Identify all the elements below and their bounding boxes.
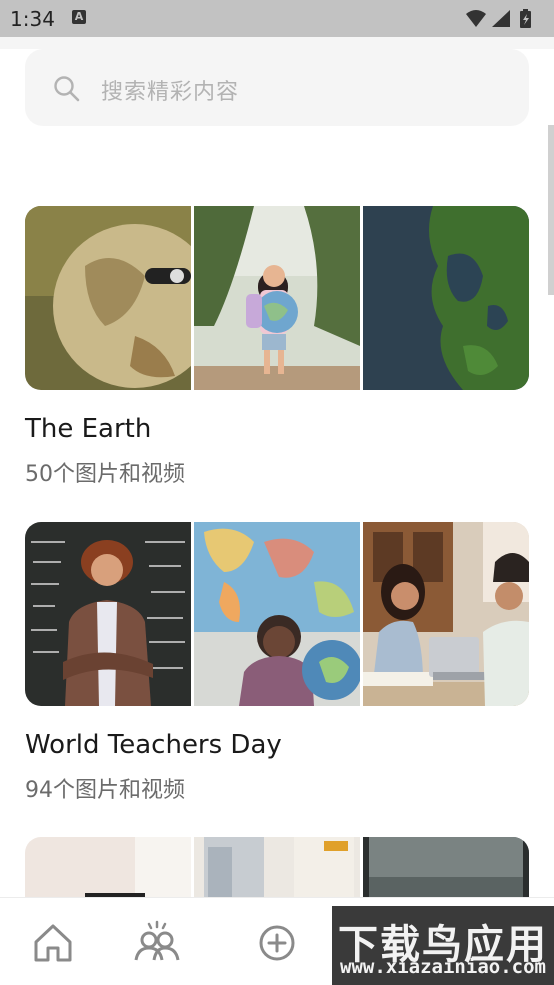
watermark: 下载鸟应用 www.xiazainiao.com — [332, 906, 554, 985]
album-image — [25, 206, 191, 390]
nav-home-button[interactable] — [28, 918, 78, 968]
album-count: 50个图片和视频 — [25, 462, 185, 487]
signal-icon — [492, 10, 510, 27]
album-image — [363, 206, 529, 390]
album-title: The Earth — [25, 414, 152, 444]
search-placeholder: 搜索精彩内容 — [101, 80, 240, 105]
community-icon — [134, 920, 180, 961]
app-content: 搜索精彩内容 The Earth 50个图片和视频 World Teachers… — [0, 37, 554, 985]
album-image — [363, 522, 529, 706]
album-image — [25, 522, 191, 706]
battery-icon — [520, 9, 531, 28]
album-image-grid[interactable] — [25, 206, 529, 390]
watermark-url: www.xiazainiao.com — [340, 956, 546, 978]
album-card[interactable]: The Earth 50个图片和视频 — [25, 206, 529, 487]
status-icons — [464, 8, 544, 34]
album-image — [194, 206, 360, 390]
search-bar[interactable]: 搜索精彩内容 — [25, 49, 529, 126]
album-card[interactable]: World Teachers Day 94个图片和视频 — [25, 522, 529, 803]
nav-add-button[interactable] — [252, 918, 302, 968]
status-bar: 1:34 A — [0, 0, 554, 37]
nav-community-button[interactable] — [132, 918, 182, 968]
home-icon — [34, 924, 72, 962]
status-time: 1:34 — [10, 7, 55, 31]
search-icon — [53, 75, 81, 107]
add-circle-icon — [259, 925, 295, 961]
notification-a-icon: A — [72, 10, 86, 24]
top-strip — [0, 37, 554, 49]
album-count: 94个图片和视频 — [25, 778, 185, 803]
album-title: World Teachers Day — [25, 730, 282, 760]
scrollbar[interactable] — [548, 125, 554, 295]
album-image-grid[interactable] — [25, 522, 529, 706]
album-image — [194, 522, 360, 706]
wifi-icon — [466, 10, 486, 27]
